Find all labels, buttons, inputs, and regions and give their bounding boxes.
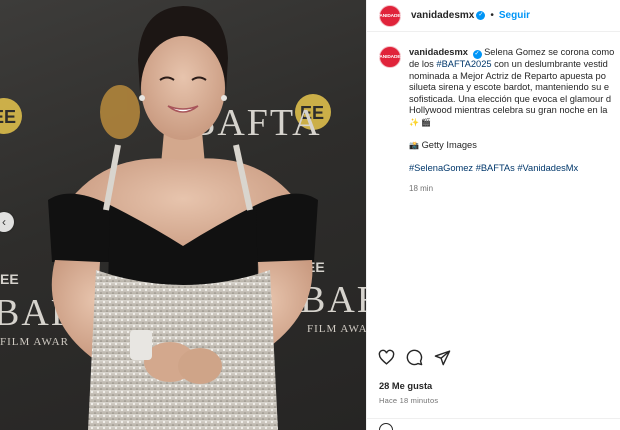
likes-count[interactable]: 28 Me gusta bbox=[379, 381, 432, 391]
divider bbox=[367, 418, 620, 419]
comment-icon[interactable] bbox=[406, 349, 423, 366]
caption-text: vanidadesmx ✓ Selena Gomez se corona com… bbox=[409, 47, 614, 194]
caption-line: sofisticada. Una elección que evoca el g… bbox=[409, 93, 612, 104]
post-header: VANIDADES vanidadesmx ✓ • Seguir bbox=[367, 0, 620, 32]
caption-line: Selena Gomez se corona como bbox=[484, 47, 614, 57]
heart-icon[interactable] bbox=[378, 349, 395, 366]
avatar[interactable]: VANIDADES bbox=[376, 4, 404, 27]
action-bar bbox=[378, 349, 451, 366]
photo-credit: 📸 Getty Images bbox=[409, 140, 614, 152]
caption-emojis: ✨ 🎬 bbox=[409, 117, 432, 127]
caption-username[interactable]: vanidadesmx bbox=[409, 47, 468, 57]
hashtag-selenagomez[interactable]: #SelenaGomez bbox=[409, 163, 473, 173]
username-link[interactable]: vanidadesmx bbox=[411, 10, 474, 21]
caption-avatar-text: VANIDADES bbox=[376, 54, 404, 60]
sponsor-logo-left: EE bbox=[0, 107, 16, 127]
caption-block: VANIDADES vanidadesmx ✓ Selena Gomez se … bbox=[376, 46, 620, 194]
post-photo[interactable]: EE EE BAFTA BAF EE FILM AWA BAFT EE FILM… bbox=[0, 0, 366, 430]
hashtag-baftas[interactable]: #BAFTAs bbox=[476, 163, 515, 173]
photo-illustration: EE EE BAFTA BAF EE FILM AWA BAFT EE FILM… bbox=[0, 6, 366, 430]
backdrop-ee-left: EE bbox=[0, 271, 19, 287]
hashtag-list: #SelenaGomez #BAFTAs #VanidadesMx bbox=[409, 163, 614, 175]
hashtag-bafta2025[interactable]: #BAFTA2025 bbox=[436, 59, 491, 69]
caption-timestamp: 18 min bbox=[409, 183, 434, 193]
caption-line: silueta sirena y escote bardot, mantenie… bbox=[409, 82, 610, 93]
caption-line: de los bbox=[409, 59, 437, 69]
post-time-ago: Hace 18 minutos bbox=[379, 396, 439, 405]
caption-line: con un deslumbrante vestid bbox=[491, 59, 608, 69]
avatar-text: VANIDADES bbox=[376, 12, 404, 19]
verified-badge-icon: ✓ bbox=[472, 50, 482, 59]
camera-icon: 📸 bbox=[409, 140, 419, 150]
backdrop-film-awards-right: FILM AWA bbox=[307, 323, 366, 335]
caption-line: Hollywood mientras celebra su gran noche… bbox=[409, 105, 608, 116]
emoji-icon[interactable] bbox=[379, 423, 393, 430]
backdrop-film-awards-left: FILM AWAR bbox=[0, 336, 69, 348]
caption-line: nominada a Mejor Actriz de Reparto apues… bbox=[409, 70, 606, 81]
verified-badge-icon: ✓ bbox=[476, 11, 486, 20]
caption-avatar[interactable]: VANIDADES bbox=[376, 46, 404, 68]
follow-button[interactable]: Seguir bbox=[499, 10, 530, 21]
post-side-panel: VANIDADES vanidadesmx ✓ • Seguir VANIDAD… bbox=[366, 0, 620, 430]
separator-dot: • bbox=[490, 10, 494, 21]
hashtag-vanidadesmx[interactable]: #VanidadesMx bbox=[517, 163, 578, 173]
share-icon[interactable] bbox=[434, 349, 451, 366]
credit-text: Getty Images bbox=[421, 139, 477, 150]
